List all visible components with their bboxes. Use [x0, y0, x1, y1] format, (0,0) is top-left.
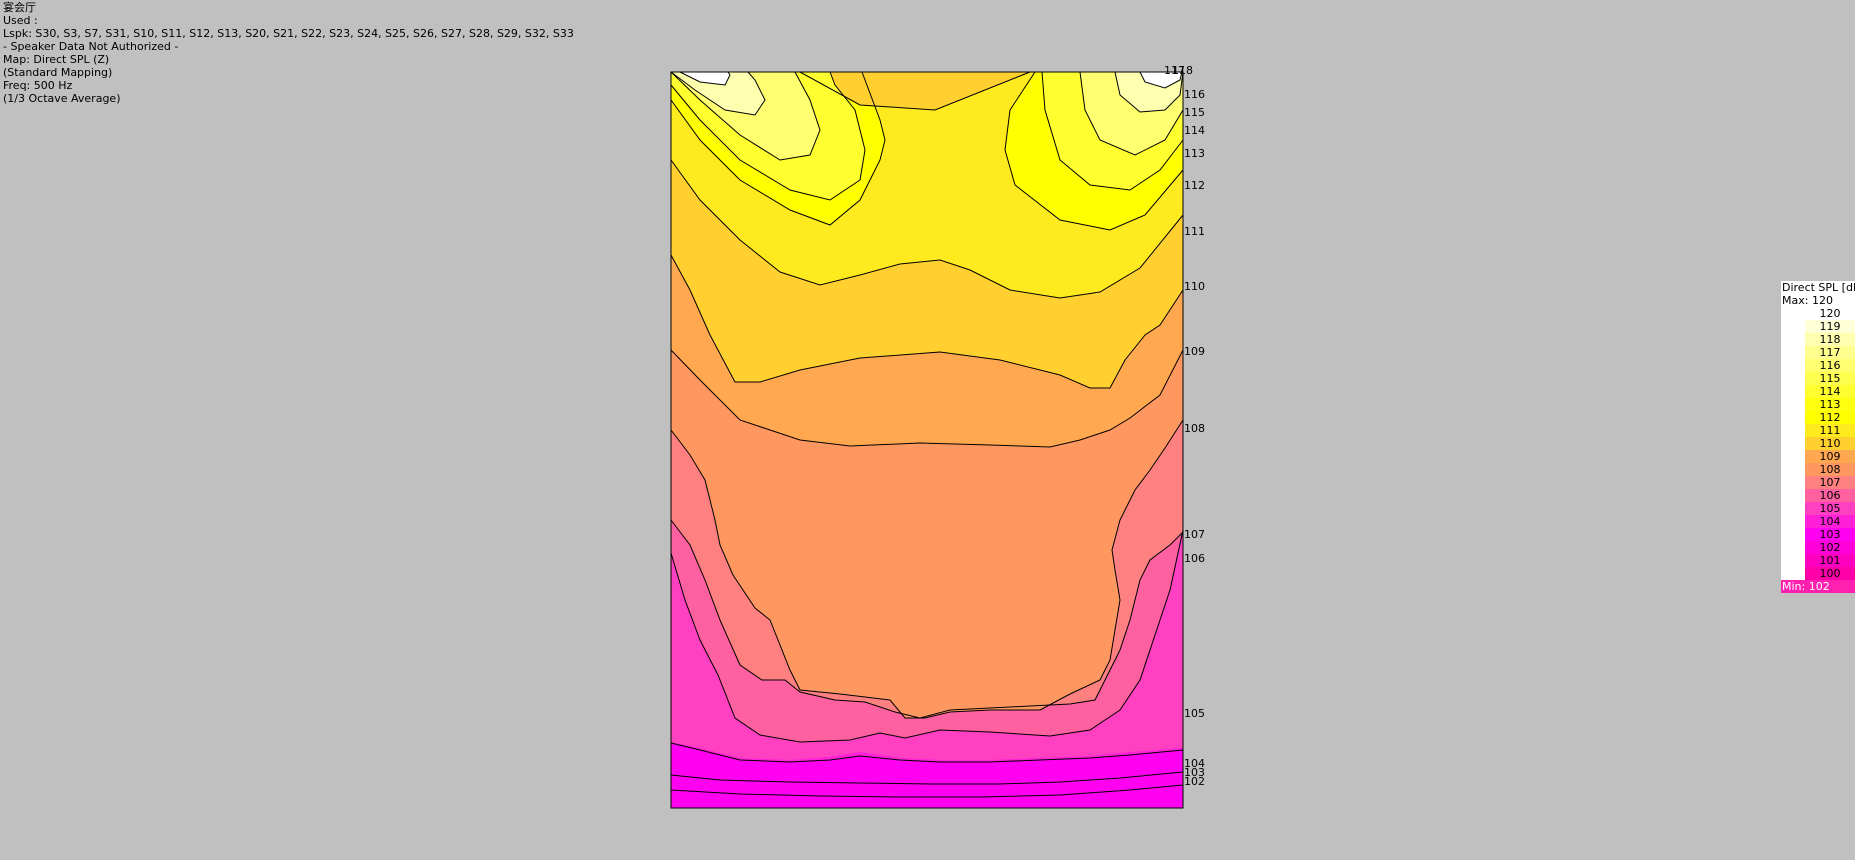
- legend-spacer: [1781, 385, 1805, 398]
- legend-level-row: 113: [1781, 398, 1855, 411]
- legend-level-row: 106: [1781, 489, 1855, 502]
- legend-level-row: 109: [1781, 450, 1855, 463]
- legend-level-row: 117: [1781, 346, 1855, 359]
- legend-spacer: [1781, 437, 1805, 450]
- legend-swatch: 119: [1805, 320, 1855, 333]
- contour-label: 110: [1184, 280, 1205, 293]
- contour-label: 113: [1184, 147, 1205, 160]
- contour-label: 109: [1184, 345, 1205, 358]
- legend-level-row: 105: [1781, 502, 1855, 515]
- legend-level-row: 107: [1781, 476, 1855, 489]
- legend-spacer: [1781, 333, 1805, 346]
- legend-spacer: [1781, 424, 1805, 437]
- legend-swatch: 115: [1805, 372, 1855, 385]
- contour-label: 108: [1184, 422, 1205, 435]
- legend-swatch: 110: [1805, 437, 1855, 450]
- legend-swatch: 117: [1805, 346, 1855, 359]
- legend-title: Direct SPL [dB]: [1781, 281, 1855, 294]
- legend-level-row: 102: [1781, 541, 1855, 554]
- legend-level-row: 101: [1781, 554, 1855, 567]
- legend-spacer: [1781, 307, 1805, 320]
- color-legend: Direct SPL [dB] Max: 120 120119118117116…: [1781, 281, 1855, 593]
- contour-label: 116: [1184, 88, 1205, 101]
- legend-swatch: 109: [1805, 450, 1855, 463]
- contour-label: 107: [1184, 528, 1205, 541]
- contour-label: 118: [1172, 64, 1193, 77]
- spl-map: 117 118 116 115 114 113 112 111 110 109 …: [670, 64, 1205, 809]
- legend-spacer: [1781, 515, 1805, 528]
- legend-swatch: 118: [1805, 333, 1855, 346]
- legend-swatch: 106: [1805, 489, 1855, 502]
- contour-label: 114: [1184, 124, 1205, 137]
- legend-level-row: 111: [1781, 424, 1855, 437]
- legend-level-row: 116: [1781, 359, 1855, 372]
- legend-swatch: 108: [1805, 463, 1855, 476]
- legend-swatch: 111: [1805, 424, 1855, 437]
- legend-spacer: [1781, 463, 1805, 476]
- legend-swatch: 114: [1805, 385, 1855, 398]
- legend-spacer: [1781, 359, 1805, 372]
- legend-level-row: 112: [1781, 411, 1855, 424]
- contour-label: 106: [1184, 552, 1205, 565]
- legend-level-row: 118: [1781, 333, 1855, 346]
- legend-swatch: 113: [1805, 398, 1855, 411]
- legend-swatch: 112: [1805, 411, 1855, 424]
- legend-spacer: [1781, 567, 1805, 580]
- legend-level-row: 100: [1781, 567, 1855, 580]
- legend-spacer: [1781, 541, 1805, 554]
- contour-label: 115: [1184, 106, 1205, 119]
- legend-scale: 120 119 118 117 116 115 114 113 112 111 110 109 108 1…: [1781, 307, 1855, 580]
- legend-swatch: 116: [1805, 359, 1855, 372]
- legend-min: Min: 102: [1781, 580, 1855, 593]
- legend-level-row: 120: [1781, 307, 1855, 320]
- legend-spacer: [1781, 411, 1805, 424]
- legend-swatch: 100: [1805, 567, 1855, 580]
- contour-label: 111: [1184, 225, 1205, 238]
- legend-level-row: 110: [1781, 437, 1855, 450]
- legend-level-row: 114: [1781, 385, 1855, 398]
- legend-swatch: 104: [1805, 515, 1855, 528]
- legend-spacer: [1781, 346, 1805, 359]
- legend-level-row: 103: [1781, 528, 1855, 541]
- legend-spacer: [1781, 476, 1805, 489]
- legend-swatch: 105: [1805, 502, 1855, 515]
- contour-label: 102: [1184, 775, 1205, 788]
- legend-max: Max: 120: [1781, 294, 1855, 307]
- legend-spacer: [1781, 320, 1805, 333]
- legend-swatch: 101: [1805, 554, 1855, 567]
- legend-swatch: 103: [1805, 528, 1855, 541]
- legend-swatch: 120: [1805, 307, 1855, 320]
- legend-spacer: [1781, 372, 1805, 385]
- legend-level-row: 115: [1781, 372, 1855, 385]
- legend-level-row: 104: [1781, 515, 1855, 528]
- legend-swatch: 102: [1805, 541, 1855, 554]
- contour-label: 112: [1184, 179, 1205, 192]
- legend-spacer: [1781, 489, 1805, 502]
- legend-level-row: 108: [1781, 463, 1855, 476]
- legend-spacer: [1781, 398, 1805, 411]
- legend-spacer: [1781, 554, 1805, 567]
- legend-spacer: [1781, 450, 1805, 463]
- legend-swatch: 107: [1805, 476, 1855, 489]
- legend-spacer: [1781, 528, 1805, 541]
- legend-spacer: [1781, 502, 1805, 515]
- legend-level-row: 119: [1781, 320, 1855, 333]
- contour-label: 105: [1184, 707, 1205, 720]
